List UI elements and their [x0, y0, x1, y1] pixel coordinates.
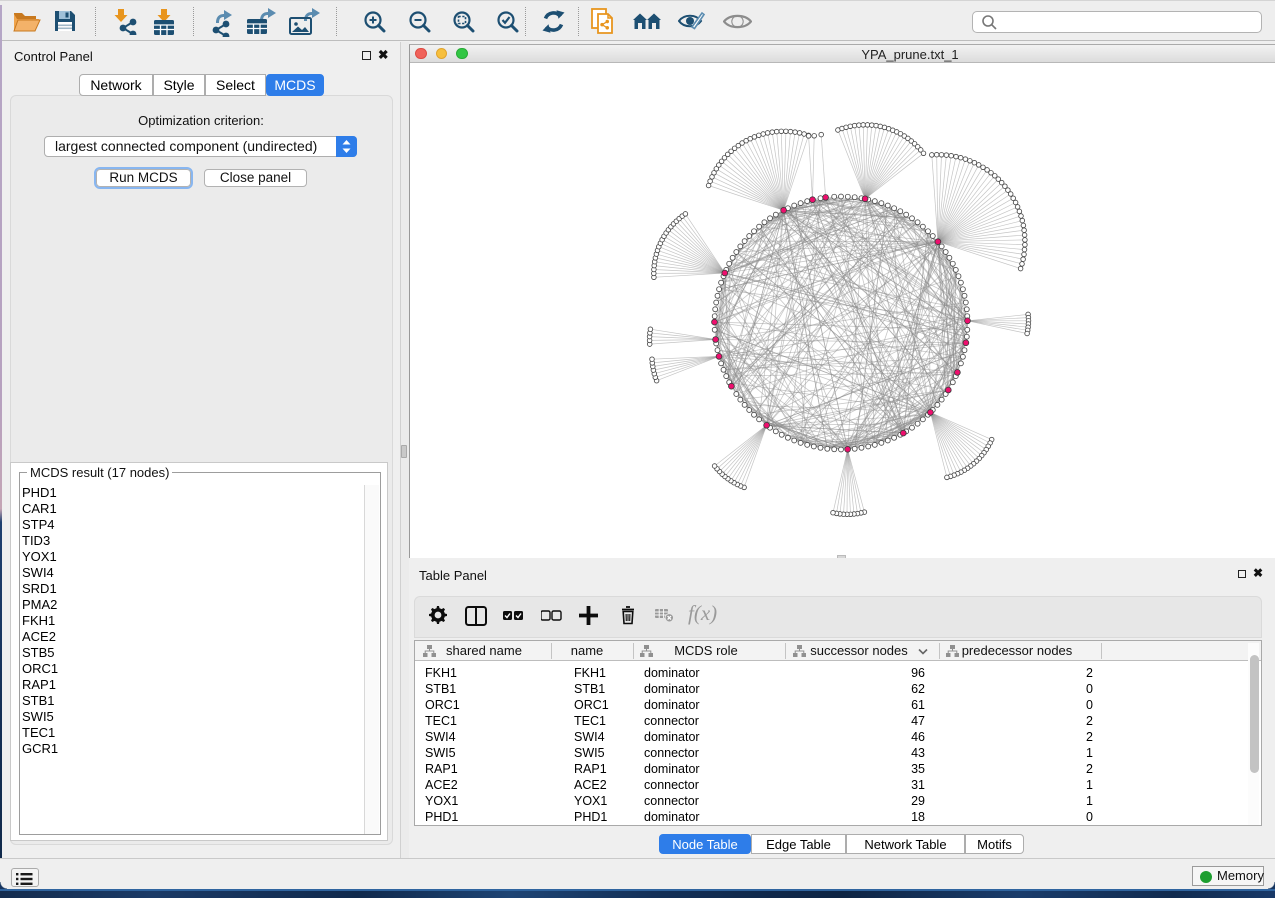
svg-text:f(x): f(x) — [688, 604, 717, 625]
